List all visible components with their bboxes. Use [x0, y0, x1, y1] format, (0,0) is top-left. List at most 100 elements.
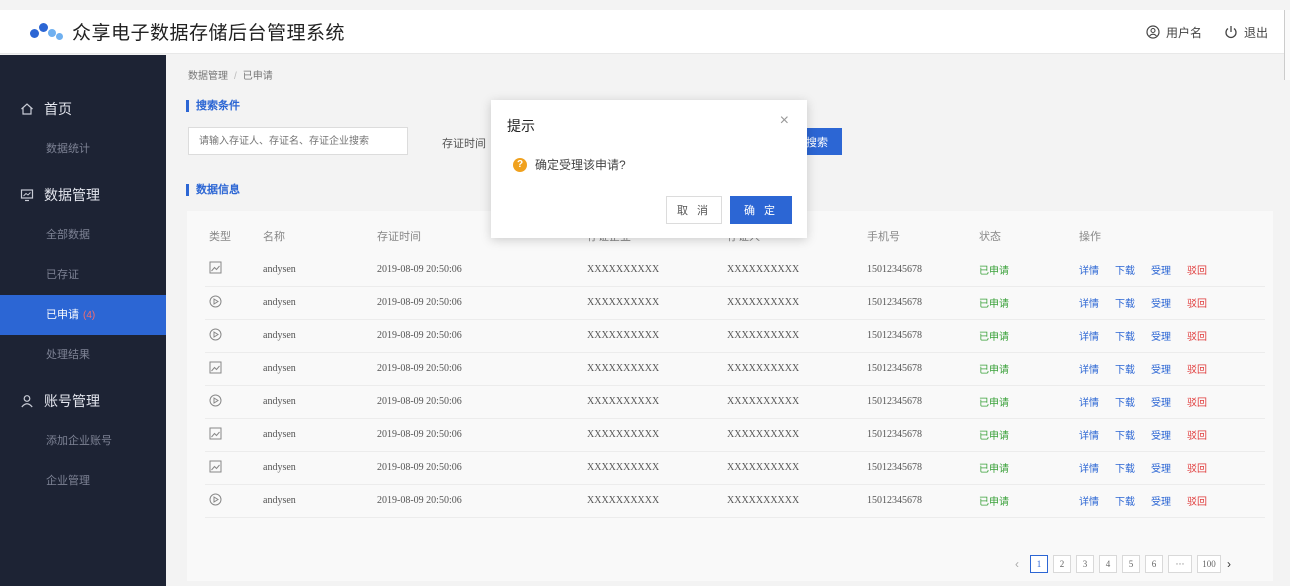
detail-link[interactable]: 详情	[1079, 365, 1099, 376]
breadcrumb: 数据管理 / 已申请	[188, 67, 273, 82]
accept-link[interactable]: 受理	[1151, 266, 1171, 277]
status-cell: 已申请	[979, 319, 1079, 353]
reject-link[interactable]: 驳回	[1187, 365, 1207, 376]
time-cell: 2019-08-09 20:50:06	[377, 319, 587, 353]
page-button[interactable]: 1	[1030, 555, 1048, 573]
person-cell: XXXXXXXXXX	[727, 352, 867, 386]
type-cell	[205, 418, 263, 452]
sidebar-item-all-data[interactable]: 全部数据	[0, 215, 166, 255]
accept-link[interactable]: 受理	[1151, 365, 1171, 376]
download-link[interactable]: 下载	[1115, 266, 1135, 277]
download-link[interactable]: 下载	[1115, 332, 1135, 343]
confirm-button[interactable]: 确 定	[730, 196, 792, 224]
play-icon	[209, 493, 222, 509]
time-cell: 2019-08-09 20:50:06	[377, 286, 587, 320]
power-icon	[1225, 26, 1237, 39]
accept-link[interactable]: 受理	[1151, 497, 1171, 508]
play-icon	[209, 394, 222, 410]
page-button[interactable]: 4	[1099, 555, 1117, 573]
enterprise-cell: XXXXXXXXXX	[587, 484, 727, 518]
detail-link[interactable]: 详情	[1079, 431, 1099, 442]
sidebar-group-label: 账号管理	[44, 393, 100, 409]
person-cell: XXXXXXXXXX	[727, 385, 867, 419]
download-link[interactable]: 下载	[1115, 365, 1135, 376]
phone-cell: 15012345678	[867, 385, 979, 419]
detail-link[interactable]: 详情	[1079, 464, 1099, 475]
cancel-button[interactable]: 取 消	[666, 196, 722, 224]
reject-link[interactable]: 驳回	[1187, 266, 1207, 277]
column-header: 手机号	[867, 231, 900, 243]
actions-cell: 详情 下载 受理 驳回	[1079, 352, 1265, 386]
sidebar-group-home[interactable]: 首页	[0, 89, 166, 129]
page-button[interactable]: 3	[1076, 555, 1094, 573]
sidebar-group-data[interactable]: 数据管理	[0, 175, 166, 215]
time-cell: 2019-08-09 20:50:06	[377, 352, 587, 386]
reject-link[interactable]: 驳回	[1187, 299, 1207, 310]
accept-link[interactable]: 受理	[1151, 299, 1171, 310]
status-cell: 已申请	[979, 253, 1079, 287]
reject-link[interactable]: 驳回	[1187, 332, 1207, 343]
accept-link[interactable]: 受理	[1151, 332, 1171, 343]
accept-link[interactable]: 受理	[1151, 464, 1171, 475]
status-badge: 已申请	[979, 497, 1009, 508]
breadcrumb-current: 已申请	[242, 71, 273, 82]
close-icon[interactable]: ×	[780, 112, 789, 130]
actions-cell: 详情 下载 受理 驳回	[1079, 286, 1265, 320]
sidebar-item-enterprise[interactable]: 企业管理	[0, 461, 166, 501]
status-badge: 已申请	[979, 299, 1009, 310]
time-cell: 2019-08-09 20:50:06	[377, 418, 587, 452]
detail-link[interactable]: 详情	[1079, 332, 1099, 343]
time-cell: 2019-08-09 20:50:06	[377, 253, 587, 287]
download-link[interactable]: 下载	[1115, 497, 1135, 508]
download-link[interactable]: 下载	[1115, 299, 1135, 310]
reject-link[interactable]: 驳回	[1187, 497, 1207, 508]
sidebar-item-applied[interactable]: 已申请 (4)	[0, 295, 166, 335]
sidebar-item-certified[interactable]: 已存证	[0, 255, 166, 295]
user-menu[interactable]: 用户名	[1146, 24, 1202, 41]
image-icon	[209, 460, 222, 476]
logout-label: 退出	[1243, 25, 1268, 40]
next-page-button[interactable]: ›	[1227, 557, 1231, 571]
search-input[interactable]	[188, 127, 408, 155]
detail-link[interactable]: 详情	[1079, 497, 1099, 508]
time-cell: 2019-08-09 20:50:06	[377, 385, 587, 419]
image-icon	[209, 261, 222, 277]
phone-cell: 15012345678	[867, 286, 979, 320]
logout-button[interactable]: 退出	[1224, 24, 1268, 41]
breadcrumb-separator: /	[234, 71, 237, 82]
table-row: andysen 2019-08-09 20:50:06 XXXXXXXXXX XXXX…	[205, 286, 1265, 320]
sidebar-item-statistics[interactable]: 数据统计	[0, 129, 166, 169]
sidebar-item-add-account[interactable]: 添加企业账号	[0, 421, 166, 461]
download-link[interactable]: 下载	[1115, 398, 1135, 409]
sidebar-group-accounts[interactable]: 账号管理	[0, 381, 166, 421]
page-button[interactable]: 2	[1053, 555, 1071, 573]
name-cell: andysen	[263, 451, 377, 485]
reject-link[interactable]: 驳回	[1187, 431, 1207, 442]
home-icon	[21, 103, 33, 115]
download-link[interactable]: 下载	[1115, 464, 1135, 475]
table-row: andysen 2019-08-09 20:50:06 XXXXXXXXXX XXXX…	[205, 385, 1265, 419]
detail-link[interactable]: 详情	[1079, 299, 1099, 310]
table-row: andysen 2019-08-09 20:50:06 XXXXXXXXXX XXXX…	[205, 418, 1265, 452]
sidebar-item-results[interactable]: 处理结果	[0, 335, 166, 375]
detail-link[interactable]: 详情	[1079, 266, 1099, 277]
download-link[interactable]: 下载	[1115, 431, 1135, 442]
status-cell: 已申请	[979, 418, 1079, 452]
detail-link[interactable]: 详情	[1079, 398, 1099, 409]
page-button[interactable]: ···	[1168, 555, 1192, 573]
dialog-message-text: 确定受理该申请?	[535, 158, 626, 172]
app-title: 众享电子数据存储后台管理系统	[72, 23, 346, 44]
accept-link[interactable]: 受理	[1151, 431, 1171, 442]
page-button[interactable]: 100	[1197, 555, 1221, 573]
breadcrumb-parent[interactable]: 数据管理	[188, 71, 228, 82]
column-header: 操作	[1079, 231, 1101, 243]
prev-page-button[interactable]: ‹	[1015, 557, 1019, 571]
page-button[interactable]: 6	[1145, 555, 1163, 573]
accept-link[interactable]: 受理	[1151, 398, 1171, 409]
sidebar-group-label: 首页	[44, 101, 72, 117]
reject-link[interactable]: 驳回	[1187, 464, 1207, 475]
user-icon	[21, 395, 33, 408]
reject-link[interactable]: 驳回	[1187, 398, 1207, 409]
name-cell: andysen	[263, 385, 377, 419]
page-button[interactable]: 5	[1122, 555, 1140, 573]
